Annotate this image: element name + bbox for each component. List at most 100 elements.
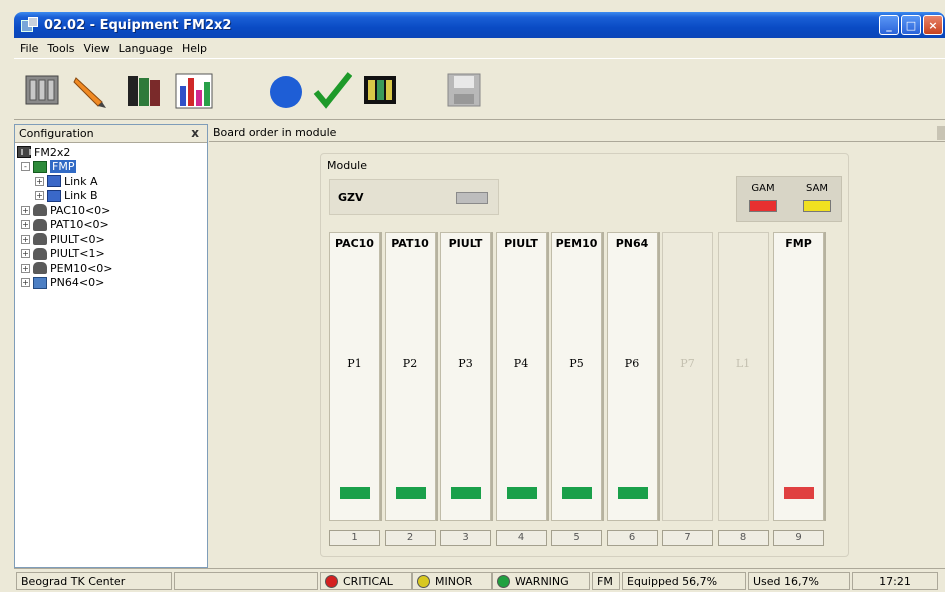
rack-icon	[17, 146, 31, 159]
close-panel-icon[interactable]: x	[191, 126, 199, 140]
expand-icon[interactable]: +	[35, 191, 44, 201]
slot-position: P5	[569, 357, 584, 370]
status-used: Used 16,7%	[748, 572, 850, 590]
board-slot[interactable]: FMP	[773, 232, 824, 521]
tree-node-label: PIULT<0>	[50, 232, 105, 246]
phone-icon	[33, 218, 47, 231]
warning-indicator-icon	[497, 574, 510, 588]
maximize-button[interactable]: □	[901, 15, 921, 35]
gam-indicator	[749, 200, 777, 212]
tree-node[interactable]: + Link B	[17, 189, 207, 204]
configuration-title: Configuration	[19, 127, 94, 140]
slots-icon	[364, 76, 396, 104]
save-icon	[447, 73, 481, 107]
expand-icon[interactable]: +	[21, 263, 30, 273]
window-controls: _ □ ×	[879, 15, 943, 35]
tree-node[interactable]: + PIULT<1>	[17, 247, 207, 262]
tree-node[interactable]: - FMP	[17, 160, 207, 175]
menu-view[interactable]: View	[84, 42, 110, 55]
circle-button[interactable]	[264, 67, 308, 113]
menu-help[interactable]: Help	[182, 42, 207, 55]
tree-node[interactable]: + PN64<0>	[17, 276, 207, 291]
expand-icon[interactable]: +	[21, 249, 30, 259]
tree-node-label: FM2x2	[34, 145, 71, 159]
menu-bar: File Tools View Language Help	[14, 38, 945, 58]
binders-icon	[128, 76, 160, 106]
checkmark-icon	[313, 72, 352, 109]
slots-button[interactable]	[358, 67, 402, 113]
confirm-button[interactable]	[310, 67, 354, 113]
board-slot[interactable]: L1	[717, 232, 769, 521]
board-name: PAC10	[335, 237, 374, 250]
sam-alarm: SAM	[799, 183, 835, 212]
rack-icon	[25, 75, 59, 105]
critical-indicator-icon	[325, 574, 338, 588]
board-slot[interactable]: PEM10 P5	[551, 232, 602, 521]
tree-node-label: Link B	[64, 189, 98, 203]
board-slot[interactable]: PIULT P4	[495, 232, 547, 521]
board-name: PN64	[615, 237, 649, 250]
tree-node[interactable]: + Link A	[17, 174, 207, 189]
expand-icon[interactable]: +	[21, 278, 30, 288]
toolbar	[14, 58, 945, 120]
tree-node[interactable]: + PAC10<0>	[17, 203, 207, 218]
slot-position: P6	[624, 357, 640, 370]
configuration-panel: Configuration x FM2x2- FMP + Link A + Link B +…	[14, 124, 208, 568]
pen-icon	[73, 77, 106, 108]
minimize-button[interactable]: _	[879, 15, 899, 35]
gam-alarm: GAM	[745, 183, 781, 212]
alarm-box: GAM SAM	[736, 176, 842, 222]
expand-icon[interactable]: +	[21, 205, 30, 215]
edit-button[interactable]	[68, 67, 112, 113]
link-icon	[47, 175, 61, 188]
expand-icon[interactable]: +	[35, 176, 44, 186]
expand-icon[interactable]: +	[21, 234, 30, 244]
slot-number: 3	[440, 530, 491, 546]
board-slot[interactable]: PIULT P3	[440, 232, 491, 521]
menu-tools[interactable]: Tools	[47, 42, 74, 55]
circle-icon	[270, 76, 302, 108]
gzv-label: GZV	[338, 190, 364, 204]
close-button[interactable]: ×	[923, 15, 943, 35]
slot-position: P1	[347, 357, 362, 370]
tree-node-label: FMP	[50, 160, 77, 174]
phone-icon	[33, 262, 47, 275]
expand-icon[interactable]: +	[21, 220, 30, 230]
scrollbar[interactable]	[937, 126, 945, 140]
save-button[interactable]	[442, 67, 486, 113]
board-slot[interactable]: PN64 P6	[606, 232, 658, 521]
critical-label: CRITICAL	[343, 574, 393, 588]
rack-view-button[interactable]	[20, 67, 64, 113]
tree-node[interactable]: FM2x2	[17, 145, 207, 160]
board-slot[interactable]: PAC10 P1	[329, 232, 380, 521]
status-led	[562, 487, 592, 499]
module-label: Module	[327, 159, 367, 172]
tree-node-label: PIULT<1>	[50, 247, 105, 261]
binders-button[interactable]	[122, 67, 166, 113]
status-led	[395, 487, 426, 499]
board-slot[interactable]: P7	[662, 232, 713, 521]
collapse-icon[interactable]: -	[21, 162, 30, 172]
status-time: 17:21	[852, 572, 938, 590]
sam-label: SAM	[805, 183, 828, 194]
statistics-button[interactable]	[172, 67, 216, 113]
tree-node[interactable]: + PIULT<0>	[17, 232, 207, 247]
tree-node[interactable]: + PAT10<0>	[17, 218, 207, 233]
phone-icon	[33, 247, 47, 260]
tree-node-label: PN64<0>	[50, 276, 105, 290]
gzv-box: GZV	[329, 179, 499, 215]
slot-number: 8	[717, 530, 769, 546]
computer-icon	[33, 276, 47, 289]
tree-node-label: PAT10<0>	[50, 218, 109, 232]
minor-label: MINOR	[435, 574, 473, 588]
slot-number: 7	[662, 530, 713, 546]
title-bar: 02.02 - Equipment FM2x2 _ □ ×	[14, 12, 945, 38]
slot-number: 6	[606, 530, 658, 546]
board-order-panel: Board order in module Module GZV GAM SAM…	[209, 124, 945, 568]
status-led	[451, 487, 481, 499]
board-slot[interactable]: PAT10 P2	[384, 232, 436, 521]
tree-node[interactable]: + PEM10<0>	[17, 261, 207, 276]
menu-language[interactable]: Language	[119, 42, 173, 55]
menu-file[interactable]: File	[20, 42, 38, 55]
board-order-header: Board order in module	[209, 124, 945, 142]
